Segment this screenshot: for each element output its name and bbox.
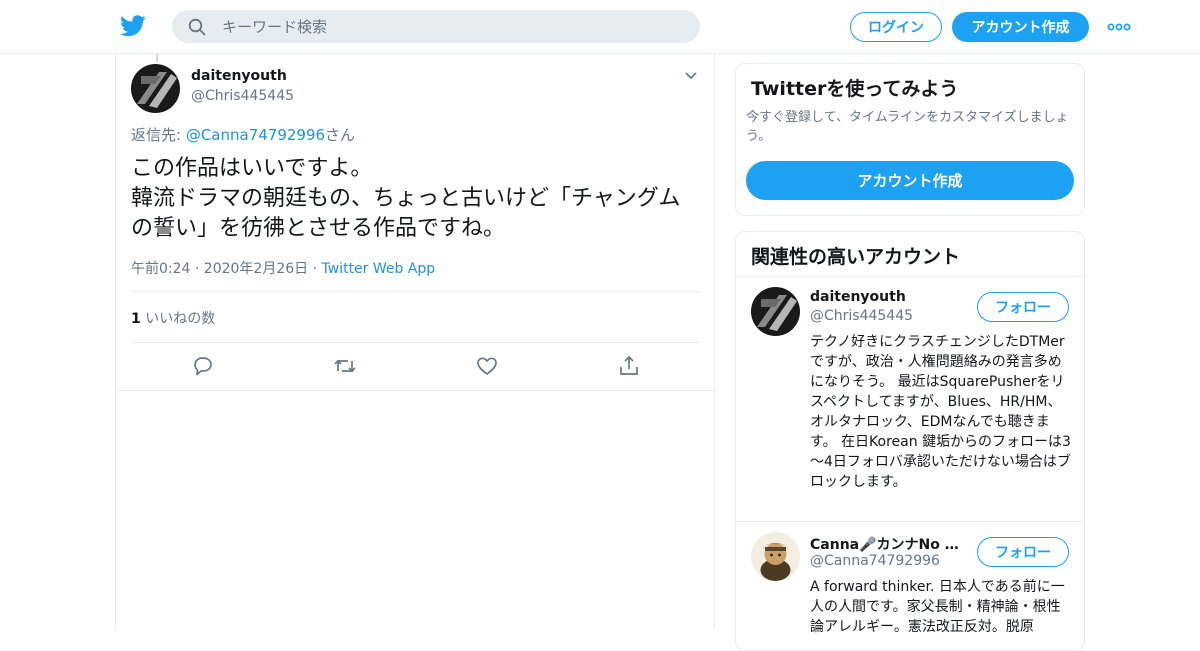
signup-card: Twitterを使ってみよう 今すぐ登録して、タイムラインをカスタマイズしましょ… — [735, 63, 1085, 216]
divider — [131, 342, 699, 343]
signup-button[interactable]: アカウント作成 — [952, 12, 1089, 42]
tweet-text: この作品はいいですよ。 韓流ドラマの朝廷もの、ちょっと古いけど「チャングムの誓い… — [131, 156, 681, 241]
avatar-image — [131, 64, 180, 113]
like-count: 1 — [131, 311, 141, 327]
chevron-down-icon[interactable] — [684, 70, 698, 82]
avatar[interactable] — [751, 287, 800, 336]
reply-to-prefix: 返信先: — [131, 126, 186, 144]
like-icon[interactable] — [475, 354, 499, 378]
avatar[interactable] — [131, 64, 180, 113]
retweet-icon[interactable] — [333, 354, 357, 378]
divider — [736, 521, 1084, 522]
account-bio: テクノ好きにクラスチェンジしたDTMerですが、政治・人権問題絡みの発言多めにな… — [810, 334, 1071, 490]
account-name[interactable]: daitenyouth — [810, 289, 970, 305]
divider — [736, 276, 1084, 277]
account-name[interactable]: Canna🎤カンナNo 安倍 — [810, 534, 970, 554]
twitter-bird-icon[interactable] — [120, 14, 146, 38]
avatar[interactable] — [751, 532, 800, 581]
account-bio: A forward thinker. 日本人である前に一人の人間です。家父長制・… — [810, 579, 1065, 635]
related-accounts-title: 関連性の高いアカウント — [751, 246, 961, 268]
signup-card-title: Twitterを使ってみよう — [751, 78, 959, 100]
search-icon — [188, 18, 206, 36]
tweet-detail: daitenyouth @Chris445445 返信先: @Canna7479… — [115, 54, 715, 630]
like-label: いいねの数 — [140, 311, 216, 327]
more-dots-icon[interactable] — [1106, 18, 1132, 36]
signup-card-button[interactable]: アカウント作成 — [746, 161, 1074, 200]
account-handle[interactable]: @Canna74792996 — [810, 553, 940, 569]
like-stats[interactable]: 1 いいねの数 — [131, 308, 215, 328]
reply-icon[interactable] — [191, 354, 215, 378]
account-handle[interactable]: @Chris445445 — [810, 308, 913, 324]
tweet-timestamp[interactable]: 午前0:24 · 2020年2月26日 · — [131, 261, 322, 277]
login-button[interactable]: ログイン — [850, 12, 942, 42]
tweet-author-name[interactable]: daitenyouth — [191, 68, 287, 84]
tweet-source-link[interactable]: Twitter Web App — [322, 261, 436, 277]
avatar-image — [751, 532, 800, 581]
follow-button[interactable]: フォロー — [977, 292, 1069, 322]
divider — [131, 291, 699, 292]
follow-button[interactable]: フォロー — [977, 537, 1069, 567]
avatar-image — [751, 287, 800, 336]
reply-mention-link[interactable]: @Canna74792996 — [186, 126, 325, 144]
search-box[interactable] — [172, 10, 700, 43]
top-bar: ログイン アカウント作成 — [0, 0, 1200, 54]
related-accounts-card: 関連性の高いアカウント daitenyouth @Chris445445 フォロ… — [735, 231, 1085, 651]
search-input[interactable] — [222, 10, 682, 43]
thread-connector — [156, 54, 158, 62]
divider — [116, 390, 714, 391]
share-icon[interactable] — [617, 354, 641, 378]
reply-to-suffix: さん — [325, 126, 356, 144]
tweet-meta: 午前0:24 · 2020年2月26日 · Twitter Web App — [131, 258, 435, 278]
signup-card-description: 今すぐ登録して、タイムラインをカスタマイズしましょう。 — [746, 110, 1069, 144]
reply-to-line: 返信先: @Canna74792996さん — [131, 124, 355, 145]
tweet-actions — [116, 354, 714, 380]
tweet-author-handle[interactable]: @Chris445445 — [191, 88, 294, 104]
